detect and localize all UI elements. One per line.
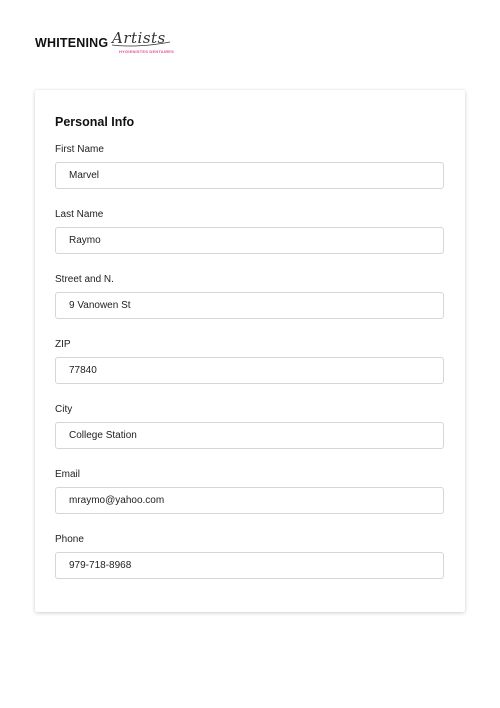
first-name-field[interactable]: Marvel [55,162,444,189]
zip-label: ZIP [55,339,71,350]
street-label: Street and N. [55,274,114,285]
city-field[interactable]: College Station [55,422,444,449]
section-title: Personal Info [55,115,135,129]
email-label: Email [55,469,81,480]
zip-field[interactable]: 77840 [55,357,444,384]
phone-field[interactable]: 979-718-8968 [55,552,444,579]
first-name-value: Marvel [69,170,100,181]
city-label: City [55,404,73,415]
logo-wordmark: WHITENING [35,36,109,50]
logo-script: Artists [112,29,166,47]
street-value: 9 Vanowen St [69,300,131,311]
first-name-label: First Name [55,144,104,155]
email-value: mraymo@yahoo.com [69,495,165,506]
street-field[interactable]: 9 Vanowen St [55,292,444,319]
zip-value: 77840 [69,365,97,376]
personal-info-card: Personal Info First Name Marvel Last Nam… [35,90,465,612]
last-name-field[interactable]: Raymo [55,227,444,254]
phone-label: Phone [55,534,84,545]
last-name-value: Raymo [69,235,101,246]
brand-logo: WHITENING Artists HYGIENISTES DENTAIRES [35,29,175,58]
city-value: College Station [69,430,137,441]
page: WHITENING Artists HYGIENISTES DENTAIRES … [0,0,500,708]
last-name-label: Last Name [55,209,104,220]
logo-tagline: HYGIENISTES DENTAIRES [119,49,175,54]
phone-value: 979-718-8968 [69,560,132,571]
email-field[interactable]: mraymo@yahoo.com [55,487,444,514]
